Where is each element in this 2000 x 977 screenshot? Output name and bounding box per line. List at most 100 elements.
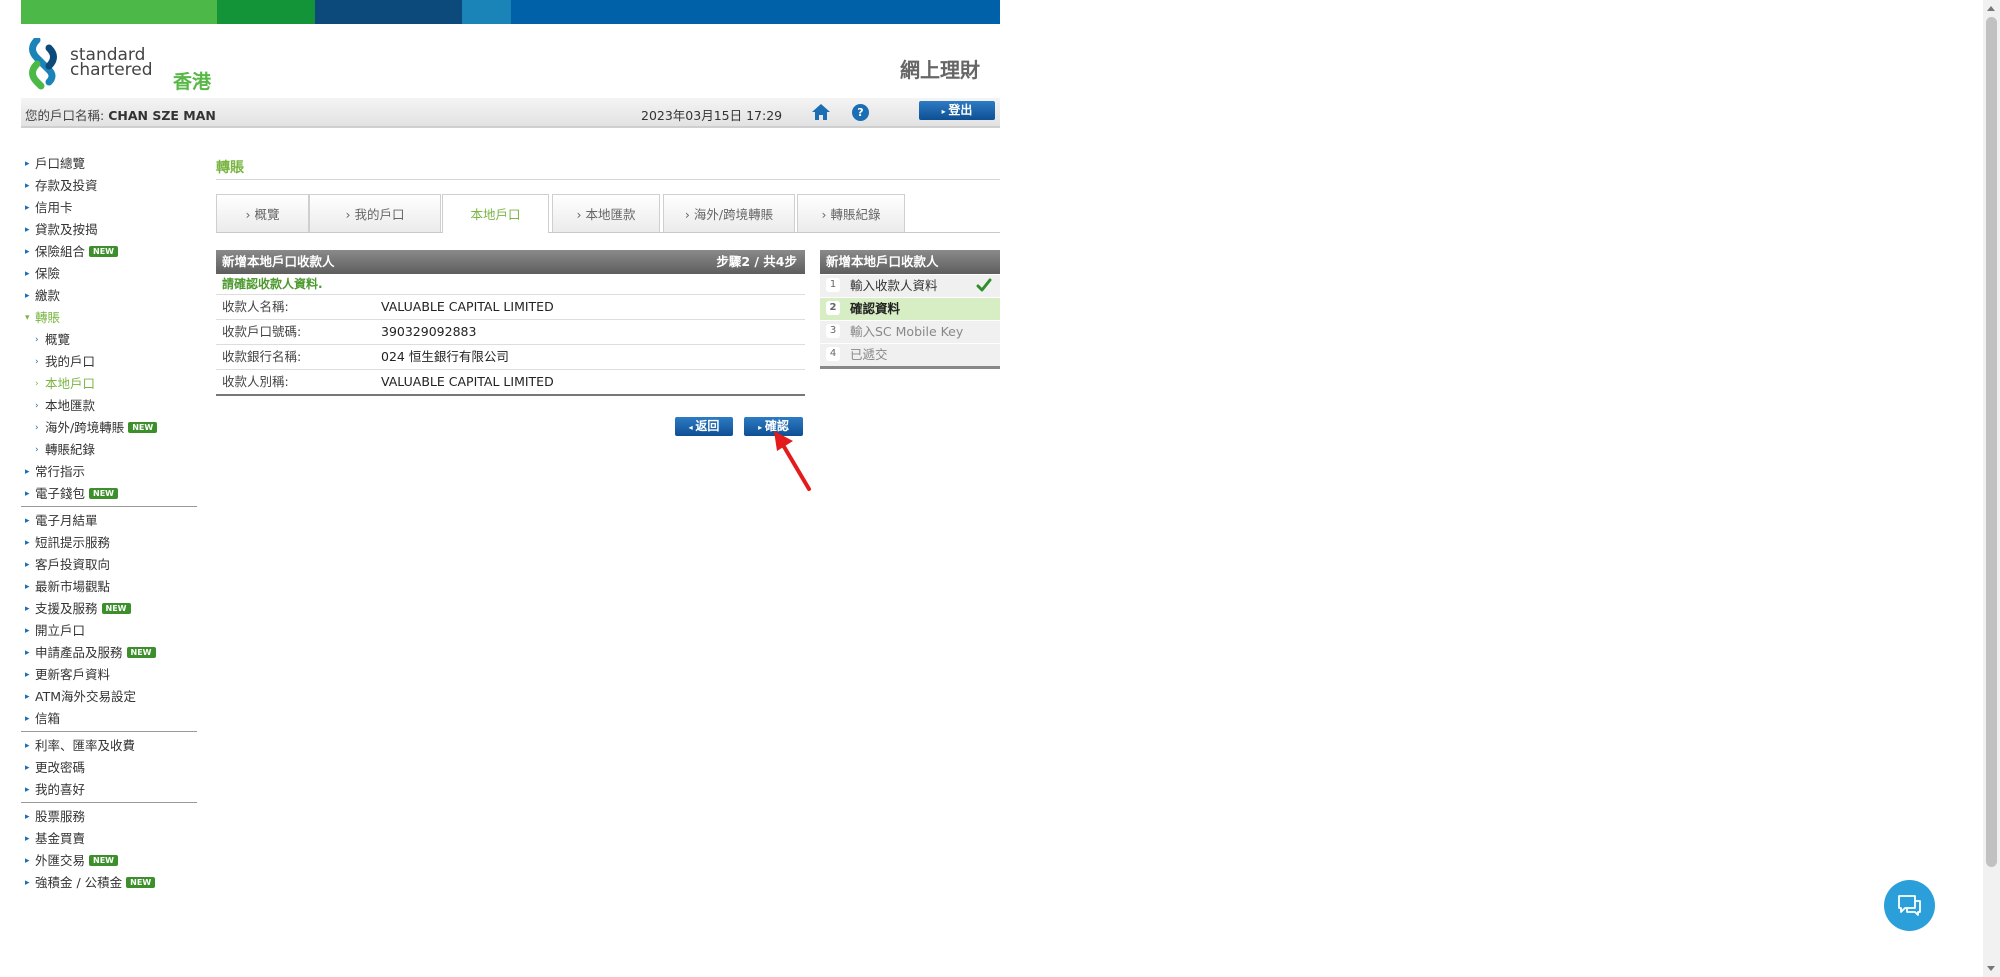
sidebar-item-loans[interactable]: ▸ 貸款及按揭 xyxy=(21,219,197,241)
sidebar-subitem-local-remittance[interactable]: › 本地匯款 xyxy=(21,395,197,417)
tab-local-accounts[interactable]: 本地戶口 xyxy=(442,194,549,233)
chevron-right-icon: › xyxy=(35,445,39,455)
sidebar-item-credit-card[interactable]: ▸ 信用卡 xyxy=(21,197,197,219)
sidebar-item-change-password[interactable]: ▸ 更改密碼 xyxy=(21,757,197,779)
standard-chartered-logo[interactable]: standard chartered 香港 xyxy=(27,36,227,94)
sidebar-item-deposits[interactable]: ▸ 存款及投資 xyxy=(21,175,197,197)
bank-name-label: 收款銀行名稱: xyxy=(222,349,302,364)
chevron-right-icon: ▸ xyxy=(25,648,30,658)
sidebar-item-standing-instructions[interactable]: ▸ 常行指示 xyxy=(21,461,197,483)
chevron-right-icon: › xyxy=(35,379,39,389)
sidebar-item-insurance-portfolio[interactable]: ▸ 保險組合 NEW xyxy=(21,241,197,263)
page-heading: 網上理財 xyxy=(900,58,980,82)
sidebar-item-fx-trading[interactable]: ▸ 外匯交易 NEW xyxy=(21,850,197,872)
sidebar-item-apply-products[interactable]: ▸ 申請產品及服務 NEW xyxy=(21,642,197,664)
sidebar-item-account-overview[interactable]: ▸ 戶口總覽 xyxy=(21,153,197,175)
sidebar-item-transfers[interactable]: ▾ 轉賬 xyxy=(21,307,197,329)
title-divider xyxy=(216,179,1000,180)
checkmark-icon xyxy=(976,278,992,292)
sidebar-subitem-my-accounts[interactable]: › 我的戶口 xyxy=(21,351,197,373)
tab-local-remittance[interactable]: › 本地匯款 xyxy=(552,194,660,232)
home-icon[interactable] xyxy=(811,103,831,121)
sidebar-item-label: ATM海外交易設定 xyxy=(35,689,137,704)
sidebar-item-label: 本地戶口 xyxy=(45,376,96,391)
sidebar-subitem-overview[interactable]: › 概覽 xyxy=(21,329,197,351)
tab-overview[interactable]: › 概覽 xyxy=(216,194,309,232)
brand-line-2: chartered xyxy=(70,60,153,80)
account-name: CHAN SZE MAN xyxy=(108,108,216,123)
annotation-arrow-icon xyxy=(774,431,811,491)
sidebar-item-label: 我的喜好 xyxy=(35,782,86,797)
sidebar-item-label: 開立戶口 xyxy=(35,623,86,638)
chevron-right-icon: › xyxy=(35,423,39,433)
sidebar-item-risk-profile[interactable]: ▸ 客戶投資取向 xyxy=(21,554,197,576)
sidebar-item-update-info[interactable]: ▸ 更新客戶資料 xyxy=(21,664,197,686)
back-label: 返回 xyxy=(695,419,720,433)
chevron-right-icon: ▸ xyxy=(25,763,30,773)
step-label: 輸入SC Mobile Key xyxy=(850,324,964,339)
tab-overseas-transfer[interactable]: › 海外/跨境轉賬 xyxy=(663,194,795,232)
payee-name-row: 收款人名稱: VALUABLE CAPITAL LIMITED xyxy=(216,295,805,320)
sidebar-item-label: 申請產品及服務 xyxy=(35,645,123,660)
step-2: 2 確認資料 xyxy=(820,297,1000,320)
sidebar-item-open-account[interactable]: ▸ 開立戶口 xyxy=(21,620,197,642)
scroll-down-arrow-icon[interactable] xyxy=(1987,966,1995,971)
payee-nickname-label: 收款人別稱: xyxy=(222,374,289,389)
sidebar-item-securities[interactable]: ▸ 股票服務 xyxy=(21,806,197,828)
sidebar-item-insurance[interactable]: ▸ 保險 xyxy=(21,263,197,285)
tab-transfer-history[interactable]: › 轉賬紀錄 xyxy=(797,194,905,232)
sidebar-item-market-views[interactable]: ▸ 最新市場觀點 xyxy=(21,576,197,598)
sidebar-item-rates-fees[interactable]: ▸ 利率、匯率及收費 xyxy=(21,735,197,757)
sidebar-item-e-statements[interactable]: ▸ 電子月結單 xyxy=(21,510,197,532)
sidebar-item-label: 保險 xyxy=(35,266,61,281)
chat-button[interactable] xyxy=(1884,880,1935,931)
sidebar-item-mpf[interactable]: ▸ 強積金 / 公積金 NEW xyxy=(21,872,197,894)
back-button[interactable]: ◂ 返回 xyxy=(675,417,733,436)
sidebar-item-e-wallet[interactable]: ▸ 電子錢包 NEW xyxy=(21,483,197,505)
step-number: 4 xyxy=(826,347,840,361)
payee-name-value: VALUABLE CAPITAL LIMITED xyxy=(381,299,554,314)
logout-button[interactable]: ▸ 登出 xyxy=(919,101,995,120)
chevron-right-icon: ▸ xyxy=(25,812,30,822)
chevron-right-icon: ▸ xyxy=(25,247,30,257)
chevron-right-icon: › xyxy=(35,335,39,345)
chevron-down-icon: ▾ xyxy=(25,313,30,323)
account-info: 您的戶口名稱: CHAN SZE MAN xyxy=(25,105,216,124)
sidebar-subitem-local-accounts[interactable]: › 本地戶口 xyxy=(21,373,197,395)
tab-my-accounts[interactable]: › 我的戶口 xyxy=(309,194,441,232)
new-badge: NEW xyxy=(89,855,118,866)
panel-header: 新增本地戶口收款人 步驟2 / 共4步 xyxy=(216,250,805,274)
sidebar-item-funds[interactable]: ▸ 基金買賣 xyxy=(21,828,197,850)
sidebar-item-label: 戶口總覽 xyxy=(35,156,86,171)
account-number-row: 收款戶口號碼: 390329092883 xyxy=(216,320,805,345)
sidebar-item-label: 存款及投資 xyxy=(35,178,98,193)
scroll-up-arrow-icon[interactable] xyxy=(1987,6,1995,11)
sidebar-item-label: 更改密碼 xyxy=(35,760,86,775)
sidebar-item-label: 海外/跨境轉賬 xyxy=(45,420,125,435)
step-number: 2 xyxy=(826,301,840,315)
sidebar-item-support[interactable]: ▸ 支援及服務 NEW xyxy=(21,598,197,620)
sidebar-item-label: 常行指示 xyxy=(35,464,86,479)
sidebar-item-preferences[interactable]: ▸ 我的喜好 xyxy=(21,779,197,801)
sidebar-item-label: 支援及服務 xyxy=(35,601,98,616)
sidebar-subitem-overseas-transfer[interactable]: › 海外/跨境轉賬 NEW xyxy=(21,417,197,439)
sidebar-item-label: 信箱 xyxy=(35,711,61,726)
step-number: 1 xyxy=(826,278,840,292)
step-label: 已遞交 xyxy=(850,347,888,362)
help-icon[interactable]: ? xyxy=(852,104,869,121)
sidebar-divider xyxy=(21,506,197,507)
page-scrollbar[interactable] xyxy=(1983,0,2000,977)
scrollbar-thumb[interactable] xyxy=(1986,17,1997,867)
sidebar-item-label: 概覽 xyxy=(45,332,71,347)
sidebar-item-payments[interactable]: ▸ 繳款 xyxy=(21,285,197,307)
sidebar-item-mailbox[interactable]: ▸ 信箱 xyxy=(21,708,197,730)
sidebar-item-atm-overseas[interactable]: ▸ ATM海外交易設定 xyxy=(21,686,197,708)
sidebar-item-sms-alerts[interactable]: ▸ 短訊提示服務 xyxy=(21,532,197,554)
section-title: 轉賬 xyxy=(216,160,244,176)
payee-nickname-value: VALUABLE CAPITAL LIMITED xyxy=(381,374,554,389)
sidebar-item-label: 股票服務 xyxy=(35,809,86,824)
transfer-tabs: › 概覽 › 我的戶口 本地戶口 › 本地匯款 › 海外/跨境轉賬 › 轉賬紀錄 xyxy=(216,194,1000,233)
chevron-right-icon: ▸ xyxy=(25,834,30,844)
sidebar-item-label: 貸款及按揭 xyxy=(35,222,98,237)
sidebar-subitem-transfer-history[interactable]: › 轉賬紀錄 xyxy=(21,439,197,461)
